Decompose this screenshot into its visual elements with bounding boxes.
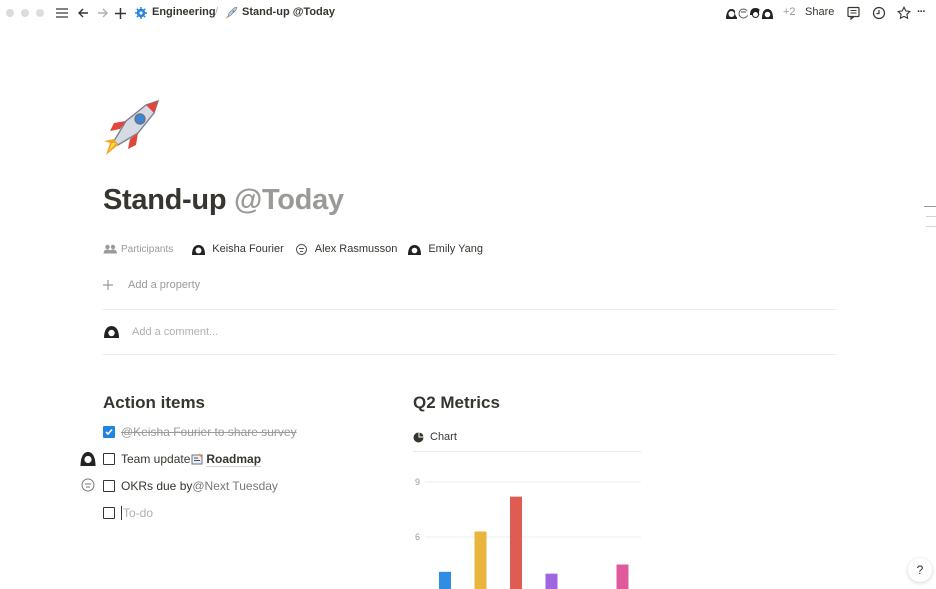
outline-marker[interactable] [926,216,936,217]
avatar [408,244,422,255]
todo-item[interactable]: Team update Roadmap [103,451,262,467]
participant-chip[interactable]: Emily Yang [407,242,483,257]
participant-name: Emily Yang [428,243,483,255]
checkbox[interactable] [103,480,115,492]
comment-input-row[interactable]: Add a comment... [103,324,218,339]
gear-icon [134,4,148,22]
add-property-button[interactable]: Add a property [103,279,200,291]
action-items-heading[interactable]: Action items [103,393,205,413]
todo-text: OKRs due by [121,479,193,493]
comment-placeholder: Add a comment... [132,325,219,338]
avatar [79,449,97,467]
window-minimize-dot[interactable] [21,9,29,17]
todo-item[interactable]: OKRs due by @Next Tuesday [103,478,278,494]
rocket-icon [224,4,238,22]
participant-chip[interactable]: Alex Rasmusson [294,242,398,257]
checkbox-checked[interactable] [103,426,115,438]
chart-bar[interactable] [510,496,522,589]
chart-ytick-label: 6 [415,532,420,542]
todo-item[interactable]: @Keisha Fourier to share survey [103,424,297,440]
participant-chip[interactable]: Keisha Fourier [191,242,284,257]
breadcrumb-separator: / [215,6,219,18]
help-button[interactable]: ? [908,558,932,582]
breadcrumb-workspace[interactable]: Engineering [152,6,216,18]
participant-name: Keisha Fourier [212,243,284,255]
chart-ytick-label: 9 [415,477,420,487]
avatar [104,326,119,338]
back-arrow-icon[interactable] [76,4,90,22]
q2-metrics-heading[interactable]: Q2 Metrics [413,393,500,413]
checkbox[interactable] [103,507,115,519]
menu-icon[interactable] [55,4,69,22]
chart-bar[interactable] [439,571,451,589]
star-icon[interactable] [895,4,913,22]
page-title[interactable]: Stand-up @Today [103,184,344,217]
forward-arrow-icon[interactable] [95,4,109,22]
chart-bar[interactable] [545,573,558,589]
chart-bar[interactable] [474,531,487,589]
avatar [759,5,774,20]
more-options-button[interactable]: ··· [917,6,926,18]
checkbox[interactable] [103,453,115,465]
extra-collaborators-count[interactable]: +2 [783,6,796,18]
help-label: ? [916,563,924,577]
add-property-label: Add a property [128,279,201,291]
avatar [295,243,307,255]
todo-placeholder[interactable]: To-do [121,506,153,520]
share-button[interactable]: Share [805,6,834,18]
new-page-plus-icon[interactable] [113,4,127,22]
participants-label[interactable]: Participants [103,244,173,255]
window-zoom-dot[interactable] [36,9,44,17]
participants-label-text: Participants [121,243,174,255]
roadmap-page-icon [191,453,203,465]
divider [413,451,641,452]
divider [103,309,836,310]
check-icon [105,428,113,436]
todo-text: Team update [121,452,191,466]
chart-tab-label: Chart [430,431,457,443]
people-icon [103,244,117,254]
pie-chart-icon [413,432,424,442]
page-rocket-icon[interactable] [102,99,162,157]
participant-name: Alex Rasmusson [314,243,398,255]
q2-metrics-bar-chart: 96 [415,477,641,589]
top-bar: Engineering / Stand-up @Today +2 Share ·… [0,0,936,26]
outline-marker[interactable] [924,206,936,207]
comment-icon[interactable] [845,4,863,22]
chart-view-tab[interactable]: Chart [413,431,457,443]
avatar [79,476,97,494]
todo-item[interactable]: To-do [103,505,153,521]
date-mention[interactable]: @Next Tuesday [192,479,278,493]
plus-icon [103,280,113,290]
clock-icon[interactable] [870,4,888,22]
todo-text: @Keisha Fourier to share survey [121,425,297,439]
participants-property: Participants Keisha Fourier Alex Rasmuss… [103,241,483,257]
outline-marker[interactable] [926,226,936,227]
breadcrumb-page[interactable]: Stand-up @Today [242,6,335,18]
avatar [192,244,206,255]
window-close-dot[interactable] [6,9,14,17]
divider [103,354,836,355]
chart-bar[interactable] [616,564,629,589]
page-title-date-mention[interactable]: @Today [234,184,344,216]
roadmap-link[interactable]: Roadmap [206,452,262,467]
page-title-text: Stand-up [103,184,235,216]
